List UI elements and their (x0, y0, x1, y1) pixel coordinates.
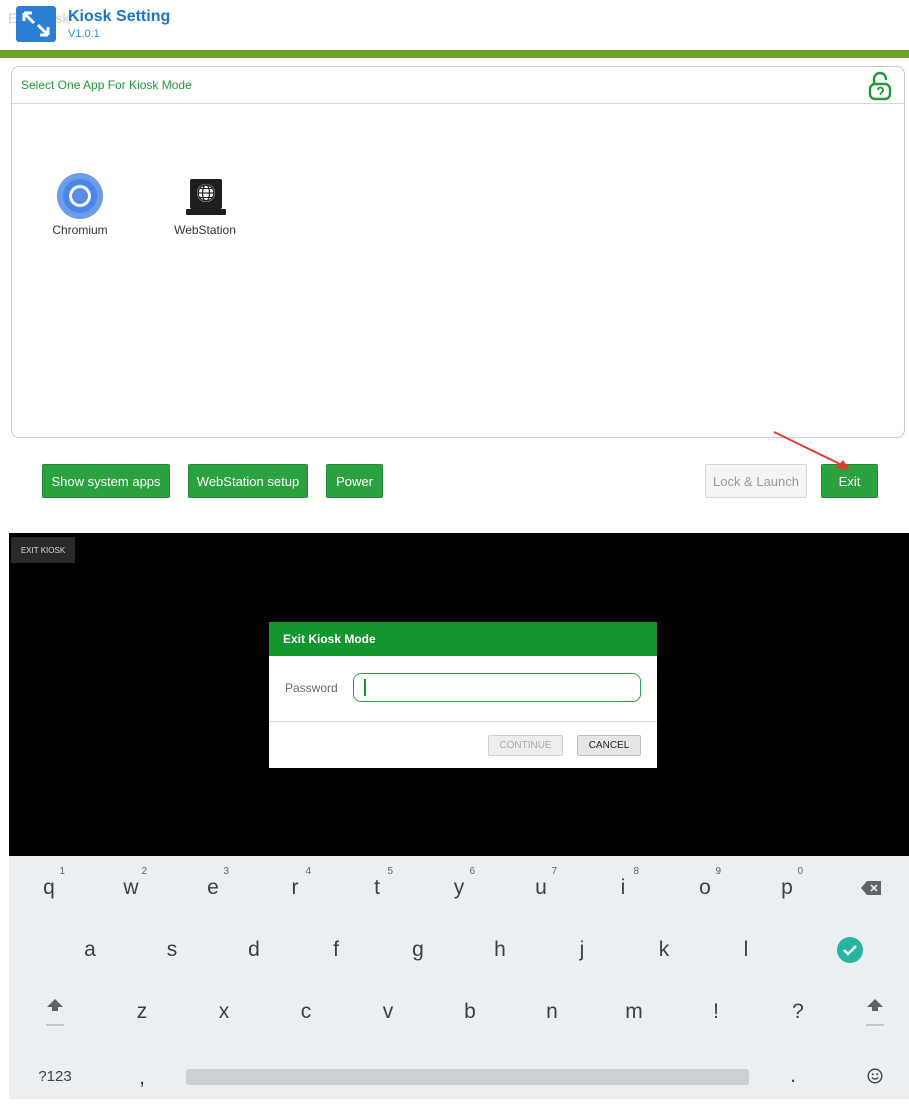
key-char: w (123, 876, 139, 899)
panel-header: Select One App For Kiosk Mode (12, 67, 904, 104)
dialog-divider (269, 721, 657, 722)
on-screen-keyboard: q1 w2 e3 r4 t5 y6 u7 i8 o9 p0 a s d f g … (9, 856, 909, 1099)
red-arrow-annotation (773, 431, 850, 470)
checkmark-icon (837, 937, 863, 963)
key-e[interactable]: e3 (183, 860, 243, 916)
key-b[interactable]: b (440, 984, 500, 1040)
key-hint: 0 (797, 866, 803, 877)
dialog-header: Exit Kiosk Mode (269, 622, 657, 656)
key-w[interactable]: w2 (101, 860, 161, 916)
webstation-setup-button[interactable]: WebStation setup (188, 464, 308, 498)
cancel-button[interactable]: CANCEL (577, 735, 641, 756)
app-label: Chromium (52, 223, 108, 237)
key-h[interactable]: h (470, 922, 530, 978)
backspace-key[interactable] (841, 860, 901, 916)
key-z[interactable]: z (112, 984, 172, 1040)
key-a[interactable]: a (60, 922, 120, 978)
continue-button[interactable]: CONTINUE (488, 735, 563, 756)
key-o[interactable]: o9 (675, 860, 735, 916)
enter-key[interactable] (820, 922, 880, 978)
key-char: i (620, 876, 626, 899)
key-char: y (453, 876, 465, 899)
key-q[interactable]: q1 (19, 860, 79, 916)
shift-icon (46, 999, 64, 1026)
key-char: q (43, 876, 55, 899)
key-char: t (374, 876, 380, 899)
backspace-icon (861, 881, 881, 895)
app-selection-panel: Select One App For Kiosk Mode Chromium W… (11, 66, 905, 438)
key-hint: 5 (387, 866, 393, 877)
key-n[interactable]: n (522, 984, 582, 1040)
key-char: r (291, 876, 299, 899)
key-hint: 7 (551, 866, 557, 877)
key-char: u (535, 876, 547, 899)
key-l[interactable]: l (716, 922, 776, 978)
key-d[interactable]: d (224, 922, 284, 978)
key-hint: 1 (59, 866, 65, 877)
key-char: o (699, 876, 711, 899)
chromium-icon (57, 173, 103, 219)
key-s[interactable]: s (142, 922, 202, 978)
key-m[interactable]: m (604, 984, 664, 1040)
password-label: Password (285, 681, 338, 695)
key-hint: 8 (633, 866, 639, 877)
key-t[interactable]: t5 (347, 860, 407, 916)
exit-kiosk-tag[interactable]: EXIT KIOSK (11, 537, 75, 563)
key-j[interactable]: j (552, 922, 612, 978)
key-x[interactable]: x (194, 984, 254, 1040)
key-question[interactable]: ? (768, 984, 828, 1040)
key-hint: 4 (305, 866, 311, 877)
password-input[interactable] (353, 673, 641, 702)
app-label: WebStation (174, 223, 236, 237)
key-u[interactable]: u7 (511, 860, 571, 916)
power-button[interactable]: Power (326, 464, 383, 498)
key-char: e (207, 876, 219, 899)
key-i[interactable]: i8 (593, 860, 653, 916)
app-header: Exit Kiosk Kiosk Setting V1.0.1 (0, 0, 909, 46)
emoji-icon (867, 1068, 883, 1084)
key-char: p (781, 876, 793, 899)
key-g[interactable]: g (388, 922, 448, 978)
key-exclamation[interactable]: ! (686, 984, 746, 1040)
symbols-key[interactable]: ?123 (25, 1048, 85, 1104)
key-p[interactable]: p0 (757, 860, 817, 916)
shift-key-left[interactable] (25, 984, 85, 1040)
webstation-icon (186, 179, 226, 215)
key-f[interactable]: f (306, 922, 366, 978)
exit-kiosk-dialog: Exit Kiosk Mode Password CONTINUE CANCEL (269, 622, 657, 768)
period-key[interactable]: . (763, 1048, 823, 1104)
header-accent-bar (0, 50, 909, 58)
app-logo-icon (16, 6, 56, 42)
key-hint: 6 (469, 866, 475, 877)
exit-kiosk-screen: EXIT KIOSK Exit Kiosk Mode Password CONT… (9, 533, 909, 1099)
key-c[interactable]: c (276, 984, 336, 1040)
key-hint: 3 (223, 866, 229, 877)
shift-icon (866, 999, 884, 1026)
key-v[interactable]: v (358, 984, 418, 1040)
text-cursor (364, 679, 366, 696)
panel-title: Select One App For Kiosk Mode (21, 78, 192, 92)
key-r[interactable]: r4 (265, 860, 325, 916)
unlock-icon[interactable] (867, 71, 893, 101)
app-version: V1.0.1 (68, 28, 100, 40)
show-system-apps-button[interactable]: Show system apps (42, 464, 170, 498)
app-tile-webstation[interactable]: WebStation (160, 153, 250, 243)
comma-key[interactable]: , (112, 1050, 172, 1106)
key-hint: 9 (715, 866, 721, 877)
spacebar[interactable] (186, 1069, 749, 1085)
app-title: Kiosk Setting (68, 8, 171, 25)
emoji-key[interactable] (845, 1048, 905, 1104)
shift-key-right[interactable] (845, 984, 905, 1040)
key-hint: 2 (141, 866, 147, 877)
kiosk-setting-screen: Exit Kiosk Kiosk Setting V1.0.1 Select O… (0, 0, 909, 528)
dialog-title: Exit Kiosk Mode (283, 632, 376, 646)
key-y[interactable]: y6 (429, 860, 489, 916)
key-k[interactable]: k (634, 922, 694, 978)
app-tile-chromium[interactable]: Chromium (35, 153, 125, 243)
